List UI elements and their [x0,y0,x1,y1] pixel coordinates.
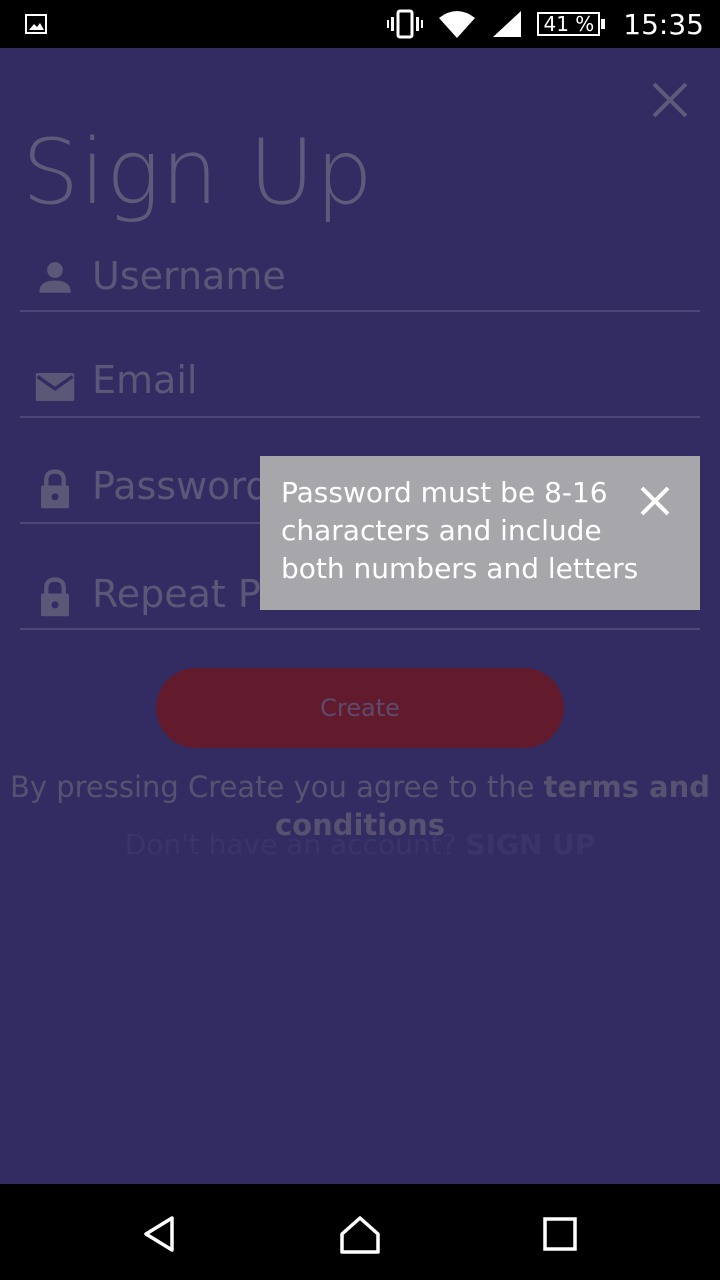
username-placeholder: Username [92,254,286,298]
person-icon [39,262,71,293]
status-icons: 41 % 15:35 [387,0,704,48]
wifi-icon [439,11,476,38]
lock-icon [41,469,69,509]
email-field[interactable]: Email [20,310,700,418]
account-prefix: Don't have an account? [124,828,466,861]
gallery-notification-icon [25,14,47,34]
email-placeholder: Email [92,358,198,402]
signup-screen: Sign Up Username Email Password Repeat P… [0,48,720,1184]
sign-up-link[interactable]: SIGN UP [465,828,595,861]
have-account-text: Don't have an account? SIGN UP [0,828,720,861]
battery-indicator: 41 % [537,12,606,36]
home-icon[interactable] [338,1212,382,1256]
terms-prefix: By pressing Create you agree to the [9,770,544,804]
battery-level: 41 % [537,12,601,36]
password-placeholder: Password [92,464,270,508]
lock-icon [41,577,69,617]
back-icon[interactable] [138,1212,182,1256]
close-icon[interactable] [638,484,672,518]
signal-icon [493,11,522,37]
status-bar: 41 % 15:35 [0,0,720,48]
create-button[interactable]: Create [156,668,564,748]
close-icon[interactable] [648,78,692,122]
recents-icon[interactable] [538,1212,582,1256]
navigation-bar [0,1184,720,1280]
mail-icon [35,373,75,401]
vibrate-icon [387,9,424,39]
password-hint-popup: Password must be 8-16 characters and inc… [260,456,700,610]
clock: 15:35 [623,7,704,41]
username-field[interactable]: Username [20,204,700,312]
popup-message: Password must be 8-16 characters and inc… [281,476,639,585]
